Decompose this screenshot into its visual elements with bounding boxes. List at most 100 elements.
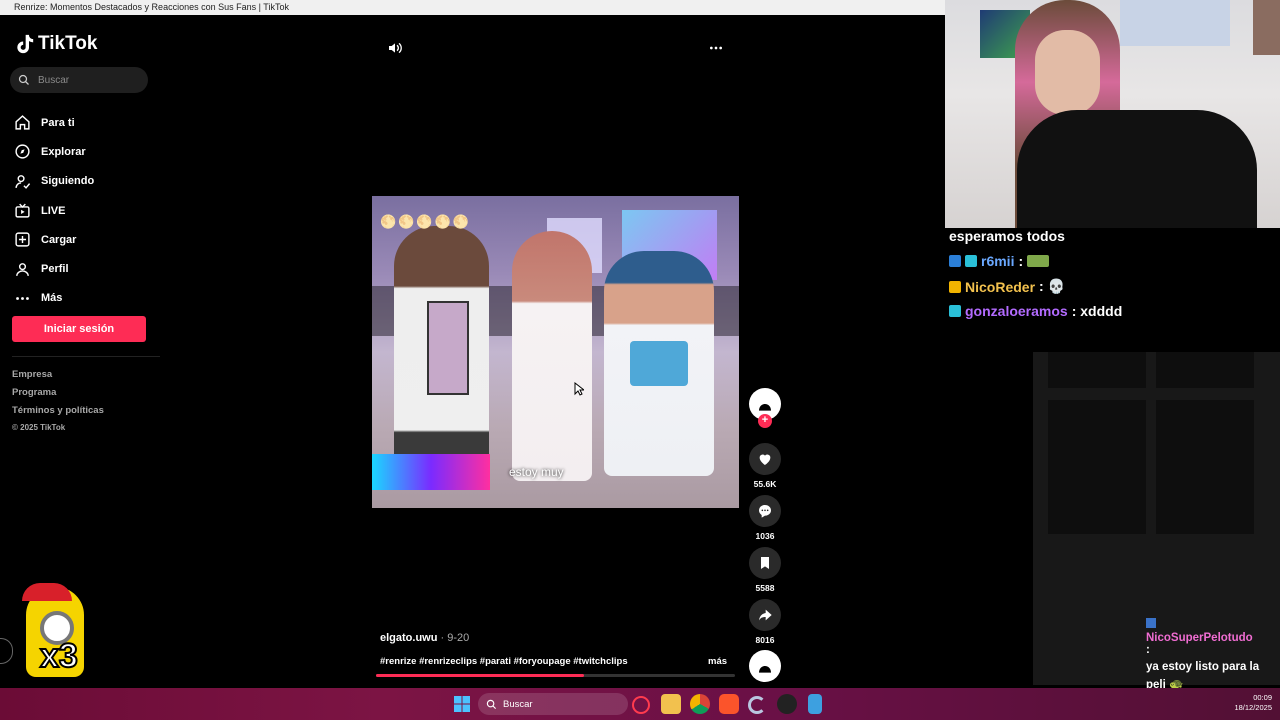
taskbar-search[interactable]: Buscar: [478, 693, 628, 715]
crown-badge-icon: [949, 280, 961, 293]
file-explorer-icon[interactable]: [661, 694, 681, 714]
cat-avatar-icon: [759, 404, 771, 411]
nav-item-explorar[interactable]: Explorar: [14, 137, 154, 166]
nav-item-live[interactable]: LIVE: [14, 196, 154, 225]
badge-icon: [949, 305, 961, 317]
chat-username: gonzaloeramos: [965, 303, 1068, 319]
person-center: [512, 231, 592, 481]
minion-overlay: x3: [18, 583, 110, 683]
panel-tile: [1156, 400, 1254, 534]
save-button[interactable]: [749, 547, 781, 579]
badge-icon: [965, 255, 977, 267]
share-count: 8016: [755, 635, 775, 645]
nav-item-perfil[interactable]: Perfil: [14, 254, 154, 283]
nav-item-cargar[interactable]: Cargar: [14, 225, 154, 254]
chat-text: :: [1018, 253, 1024, 269]
music-disc[interactable]: [748, 650, 782, 682]
santa-hat: [22, 583, 72, 601]
profile-icon: [16, 262, 29, 276]
video-caption-overlay: estoy muy: [509, 465, 564, 479]
windows-start-icon[interactable]: [454, 696, 470, 712]
like-count: 55.6K: [753, 479, 777, 489]
chat-text: : xdddd: [1071, 303, 1123, 319]
nav-item-siguiendo[interactable]: Siguiendo: [14, 167, 154, 196]
nav-menu: Para ti Explorar Siguiendo LIVE Cargar P…: [14, 108, 154, 313]
tiktok-logo[interactable]: TikTok: [14, 33, 97, 55]
poster: [1120, 0, 1230, 46]
taskbar-search-label: Buscar: [503, 698, 533, 710]
taskbar: Buscar 00:09 18/12/2025: [0, 688, 1280, 720]
creator-avatar[interactable]: +: [748, 388, 782, 428]
streamer-face: [1035, 30, 1100, 115]
nav-item-mas[interactable]: Más: [14, 284, 154, 313]
like-button[interactable]: [749, 443, 781, 475]
hashtags[interactable]: #renrize #renrizeclips #parati #foryoupa…: [380, 656, 628, 667]
heart-icon: [759, 454, 771, 465]
comment-button[interactable]: [749, 495, 781, 527]
copyright: © 2025 TikTok: [12, 423, 66, 432]
nav-item-para-ti[interactable]: Para ti: [14, 108, 154, 137]
volume-icon[interactable]: [387, 40, 403, 56]
chat-separator: :: [1146, 644, 1150, 656]
tiktok-note-icon: [17, 34, 34, 54]
chat-username: r6mii: [981, 253, 1015, 269]
nav-label: LIVE: [41, 204, 66, 217]
search-box[interactable]: [10, 67, 148, 93]
chat-username: NicoSuperPelotudo: [1146, 632, 1253, 644]
share-action[interactable]: 8016: [748, 599, 782, 645]
combo-counter: x3: [39, 636, 79, 676]
chrome-icon[interactable]: [690, 694, 710, 714]
chat-message: NicoReder : 💀: [949, 278, 1065, 295]
search-icon: [18, 74, 29, 85]
save-count: 5588: [755, 583, 775, 593]
following-icon: [15, 174, 31, 189]
mouse-cursor-icon: [574, 382, 584, 396]
footer-link-programa[interactable]: Programa: [12, 387, 104, 405]
opera-icon[interactable]: [632, 696, 650, 714]
stream-overlay-banner: [372, 454, 490, 490]
video-author[interactable]: elgato.uwu · 9-20: [380, 632, 469, 644]
search-input[interactable]: [36, 73, 140, 87]
share-arrow-icon: [759, 609, 772, 621]
sound-avatar[interactable]: [749, 650, 781, 682]
panel-tile: [1048, 352, 1146, 388]
system-clock[interactable]: 00:09 18/12/2025: [1234, 693, 1272, 713]
more-dots-icon: [16, 297, 29, 300]
nav-label: Para ti: [41, 116, 75, 129]
comment-icon: [759, 505, 771, 518]
nav-label: Explorar: [41, 145, 86, 158]
clock-date: 18/12/2025: [1234, 703, 1272, 712]
nav-label: Cargar: [41, 233, 77, 246]
footer-link-empresa[interactable]: Empresa: [12, 369, 104, 387]
video-progress-bar[interactable]: [376, 674, 735, 677]
obs-icon[interactable]: [777, 694, 797, 714]
webcam-feed: [945, 0, 1280, 236]
chat-text: esperamos todos: [949, 228, 1065, 244]
author-name[interactable]: elgato.uwu: [380, 632, 437, 644]
video-player[interactable]: 🌕🌕🌕🌕🌕 estoy muy: [372, 196, 739, 508]
chat-username: NicoReder: [965, 278, 1036, 295]
comment-count: 1036: [755, 531, 775, 541]
panel-tile: [1048, 400, 1146, 534]
chat-message: r6mii :: [949, 253, 1050, 269]
chat-message: gonzaloeramos : xdddd: [949, 303, 1122, 319]
badge-icon: [949, 255, 961, 267]
like-action[interactable]: 55.6K: [748, 443, 782, 489]
player-top-controls: [385, 38, 730, 58]
footer-link-terminos[interactable]: Términos y políticas: [12, 405, 104, 423]
login-button[interactable]: Iniciar sesión: [12, 316, 146, 342]
logo-text: TikTok: [38, 33, 98, 54]
emoji-row: 🌕🌕🌕🌕🌕: [380, 214, 471, 229]
app-icon[interactable]: [748, 696, 766, 714]
notepad-icon[interactable]: [808, 694, 822, 714]
brave-icon[interactable]: [719, 694, 739, 714]
share-button[interactable]: [749, 599, 781, 631]
panel-tile: [1156, 352, 1254, 388]
home-icon: [15, 115, 30, 130]
save-action[interactable]: 5588: [748, 547, 782, 593]
browser-title-bar: Renrize: Momentos Destacados y Reaccione…: [0, 0, 945, 15]
comment-action[interactable]: 1036: [748, 495, 782, 541]
more-link[interactable]: más: [708, 656, 727, 667]
follow-plus-icon[interactable]: +: [758, 414, 772, 428]
more-options-icon[interactable]: [708, 40, 724, 56]
